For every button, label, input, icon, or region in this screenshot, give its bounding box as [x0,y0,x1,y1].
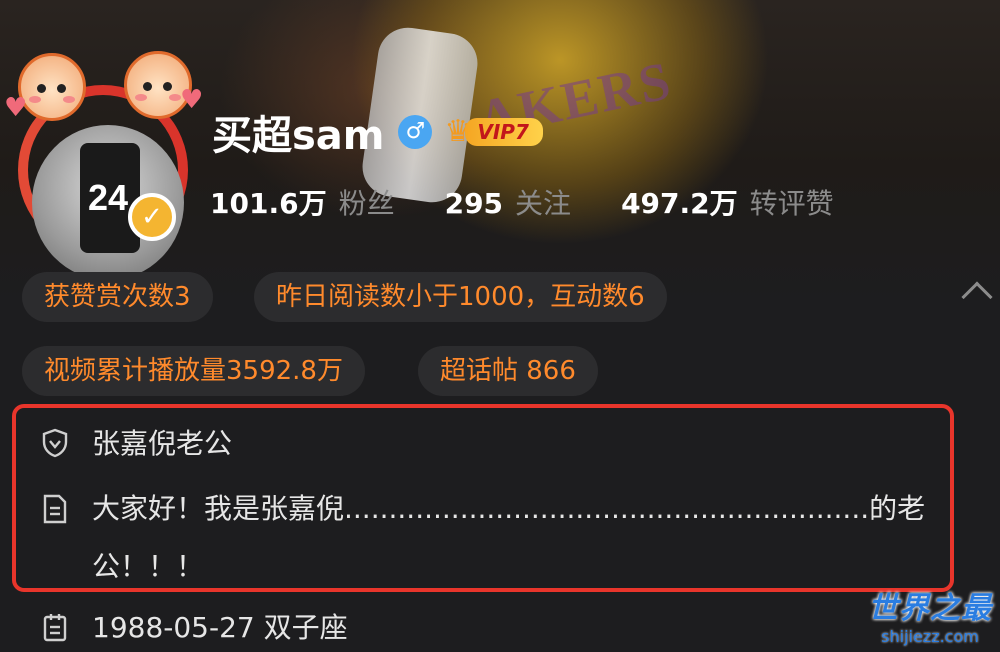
birthday-text: 1988-05-27 双子座 [92,611,348,644]
stat-value: 101.6万 [210,187,327,220]
stat-label: 粉丝 [338,187,395,220]
cow-mascot-left-icon [18,53,86,121]
stat-label: 转评赞 [749,187,834,220]
tag-super-topic-posts[interactable]: 超话帖 866 [418,346,598,396]
stat-following[interactable]: 295 关注 [445,182,571,222]
verification-text: 张嘉倪老公 [92,427,233,460]
verified-badge-icon: ✓ [128,193,176,241]
stat-value: 497.2万 [621,187,738,220]
tag-video-plays[interactable]: 视频累计播放量3592.8万 [22,346,365,396]
profile-stats: 101.6万 粉丝 295 关注 497.2万 转评赞 [210,182,884,222]
profile-name-row: 买超sam ♂ ♛ VIP7 [212,106,543,159]
tag-yesterday-reads[interactable]: 昨日阅读数小于1000，互动数6 [254,272,667,322]
stat-label: 关注 [515,187,572,220]
stat-value: 295 [444,187,504,220]
bio-row: 大家好！我是张嘉倪...............................… [40,480,952,596]
tag-reward-count[interactable]: 获赞赏次数3 [22,272,213,322]
stat-reposts-comments-likes[interactable]: 497.2万 转评赞 [621,182,834,222]
heart-left-icon: ♥ [4,93,28,123]
shield-check-icon [40,428,70,458]
watermark-title: 世界之最 [868,591,992,626]
heart-right-icon: ♥ [180,85,204,115]
document-icon [40,494,70,524]
verification-row: 张嘉倪老公 [40,424,232,464]
birthday-row: 1988-05-27 双子座 [40,608,348,648]
site-watermark: 世界之最 shijiezz.com [868,583,992,646]
vip-badge[interactable]: ♛ VIP7 [444,114,543,150]
calendar-icon [40,612,70,642]
stat-followers[interactable]: 101.6万 粉丝 [210,182,395,222]
bio-text: 大家好！我是张嘉倪...............................… [92,492,926,583]
vip-level-label: VIP7 [465,118,543,146]
profile-name: 买超sam [212,113,385,159]
male-icon: ♂ [398,115,433,149]
watermark-url: shijiezz.com [881,627,979,646]
